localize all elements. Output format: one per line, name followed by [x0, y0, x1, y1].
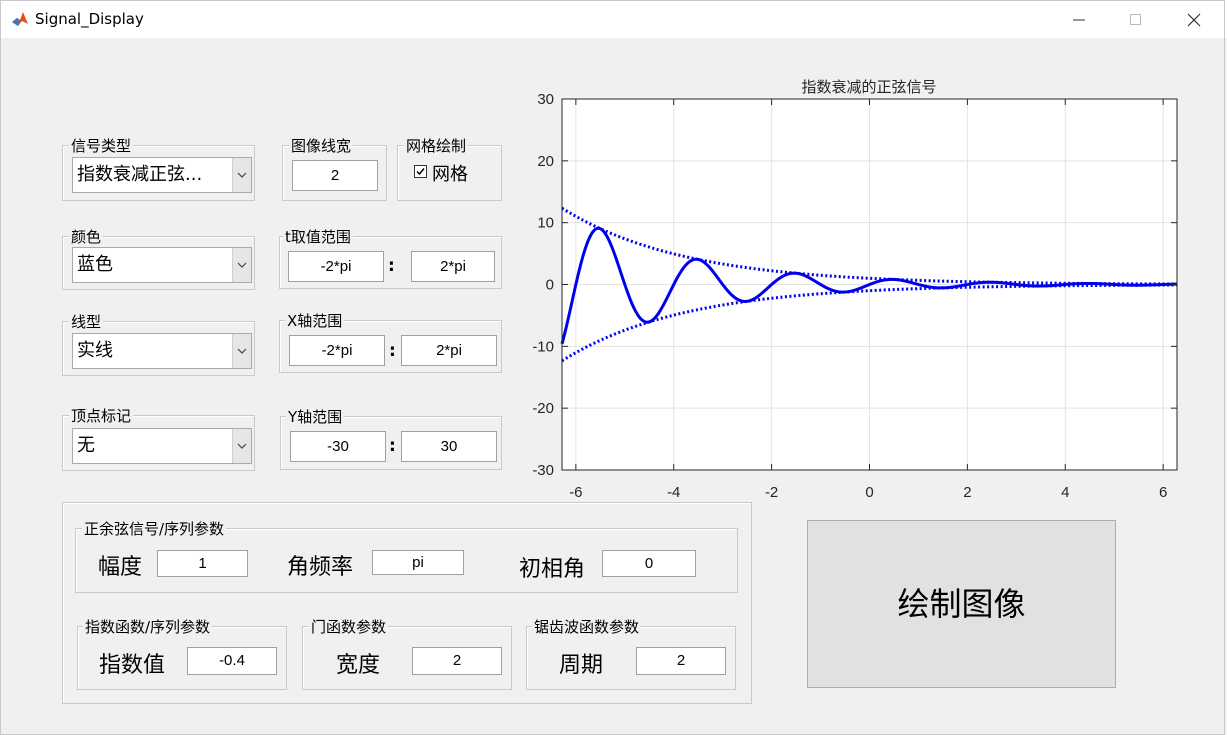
y-tick-label: -30	[532, 462, 554, 479]
y-tick-label: 0	[546, 277, 554, 294]
x-tick-label: -4	[667, 484, 680, 501]
x-tick-label: -2	[765, 484, 778, 501]
chart-title: 指数衰减的正弦信号	[801, 78, 936, 96]
signal-chart: 指数衰减的正弦信号 -6 -4 -2 0 2 4 6-30-20-100102030	[532, 78, 1178, 501]
y-tick-label: 20	[537, 153, 554, 170]
y-tick-label: 10	[537, 215, 554, 232]
x-tick-label: 6	[1159, 484, 1167, 501]
x-tick-label: -6	[569, 484, 582, 501]
y-tick-label: -10	[532, 338, 554, 355]
x-tick-label: 2	[963, 484, 971, 501]
x-tick-label: 4	[1061, 484, 1069, 501]
y-tick-label: -20	[532, 400, 554, 417]
y-tick-label: 30	[537, 91, 554, 108]
x-tick-label: 0	[865, 484, 873, 501]
